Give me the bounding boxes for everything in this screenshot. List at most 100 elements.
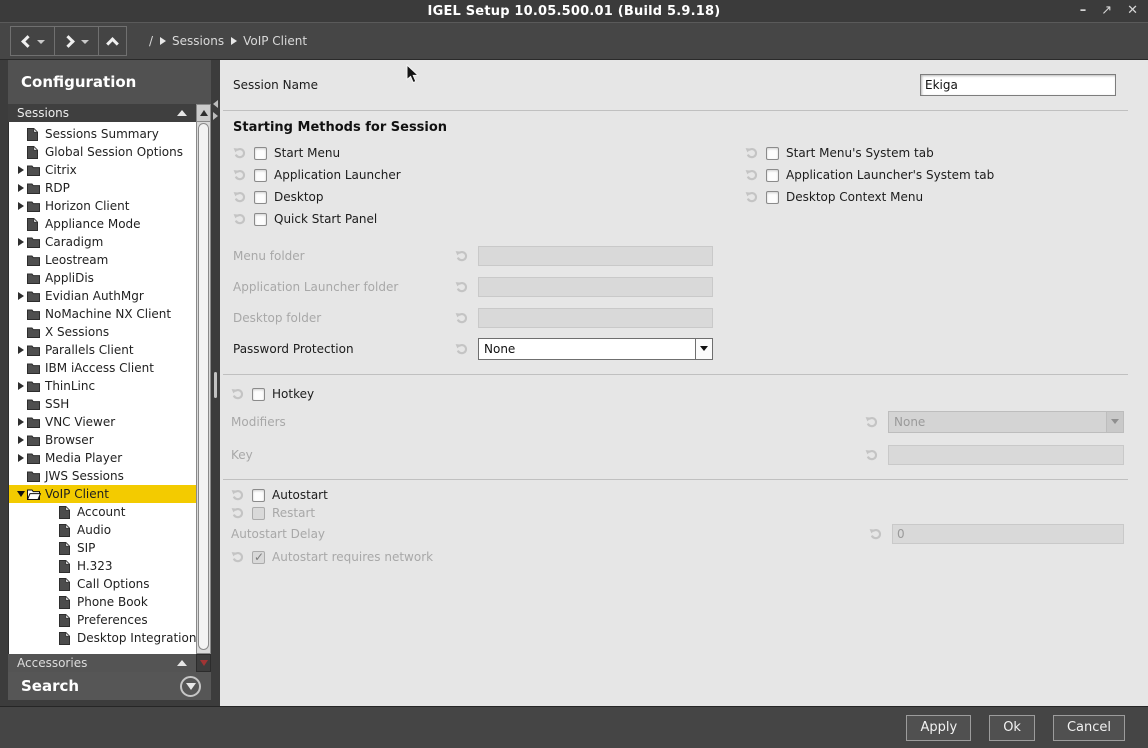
tree-item-h-323[interactable]: H.323 (9, 557, 196, 575)
reset-icon[interactable] (455, 311, 469, 324)
tree-item-applidis[interactable]: AppliDis (9, 269, 196, 287)
tree-item-browser[interactable]: Browser (9, 431, 196, 449)
expand-arrow-icon[interactable] (15, 292, 27, 300)
breadcrumb-voip-client[interactable]: VoIP Client (231, 34, 307, 48)
expand-arrow-icon[interactable] (15, 166, 27, 174)
tree-item-jws-sessions[interactable]: JWS Sessions (9, 467, 196, 485)
expand-arrow-icon[interactable] (15, 436, 27, 444)
autostart-delay-input[interactable] (892, 524, 1124, 544)
tree-item-nomachine-nx-client[interactable]: NoMachine NX Client (9, 305, 196, 323)
reset-icon[interactable] (865, 415, 879, 428)
forward-button[interactable] (54, 27, 98, 55)
reset-icon[interactable] (869, 528, 883, 541)
expand-arrow-icon[interactable] (15, 202, 27, 210)
cancel-button[interactable]: Cancel (1053, 715, 1125, 741)
search-bar[interactable]: Search (8, 672, 211, 700)
autostart-checkbox[interactable] (252, 489, 265, 502)
splitter-collapse-right-icon[interactable] (213, 112, 218, 120)
up-button[interactable] (98, 27, 126, 55)
close-icon[interactable]: ✕ (1127, 0, 1138, 22)
tree-item-preferences[interactable]: Preferences (9, 611, 196, 629)
expand-arrow-icon[interactable] (15, 418, 27, 426)
hotkey-checkbox[interactable] (252, 388, 265, 401)
autostart-requires-network-checkbox[interactable] (252, 551, 265, 564)
reset-icon[interactable] (745, 169, 759, 182)
start-menu-checkbox[interactable] (254, 147, 267, 160)
accessories-section-header[interactable]: Accessories (8, 654, 196, 672)
splitter-handle[interactable] (214, 372, 217, 398)
tree-item-account[interactable]: Account (9, 503, 196, 521)
desktop-checkbox[interactable] (254, 191, 267, 204)
tree-item-rdp[interactable]: RDP (9, 179, 196, 197)
splitter-collapse-left-icon[interactable] (213, 100, 218, 108)
scrollbar-down-button[interactable] (196, 654, 211, 672)
reset-icon[interactable] (455, 342, 469, 355)
reset-icon[interactable] (233, 213, 247, 226)
expand-arrow-icon[interactable] (15, 184, 27, 192)
scrollbar-thumb[interactable] (198, 123, 209, 650)
tree-item-phone-book[interactable]: Phone Book (9, 593, 196, 611)
expand-arrow-icon[interactable] (15, 238, 27, 246)
scrollbar-up-button[interactable] (196, 104, 211, 122)
restart-checkbox[interactable] (252, 507, 265, 520)
reset-icon[interactable] (231, 551, 245, 564)
expand-arrow-icon[interactable] (15, 491, 27, 497)
tree-item-parallels-client[interactable]: Parallels Client (9, 341, 196, 359)
reset-icon[interactable] (745, 147, 759, 160)
tree-item-citrix[interactable]: Citrix (9, 161, 196, 179)
quick-start-panel-checkbox[interactable] (254, 213, 267, 226)
tree-item-evidian-authmgr[interactable]: Evidian AuthMgr (9, 287, 196, 305)
tree-item-x-sessions[interactable]: X Sessions (9, 323, 196, 341)
tree-item-call-options[interactable]: Call Options (9, 575, 196, 593)
apply-button[interactable]: Apply (906, 715, 971, 741)
application-launcher-folder-input[interactable] (478, 277, 713, 297)
search-expand-icon[interactable] (180, 676, 201, 697)
tree-item-ssh[interactable]: SSH (9, 395, 196, 413)
tree-item-horizon-client[interactable]: Horizon Client (9, 197, 196, 215)
desktop-context-menu-checkbox[interactable] (766, 191, 779, 204)
reset-icon[interactable] (455, 280, 469, 293)
breadcrumb-sessions[interactable]: Sessions (160, 34, 224, 48)
reset-icon[interactable] (455, 249, 469, 262)
key-input[interactable] (888, 445, 1124, 465)
tree-item-ibm-iaccess-client[interactable]: IBM iAccess Client (9, 359, 196, 377)
password-protection-select[interactable]: None (478, 338, 713, 360)
restore-icon[interactable]: ↗ (1101, 0, 1112, 22)
tree-item-audio[interactable]: Audio (9, 521, 196, 539)
expand-arrow-icon[interactable] (15, 454, 27, 462)
modifiers-select[interactable]: None (888, 411, 1124, 433)
reset-icon[interactable] (231, 489, 245, 502)
reset-icon[interactable] (231, 388, 245, 401)
start-menu-system-tab-checkbox[interactable] (766, 147, 779, 160)
minimize-icon[interactable]: – (1080, 0, 1087, 22)
tree-item-caradigm[interactable]: Caradigm (9, 233, 196, 251)
back-button[interactable] (11, 27, 54, 55)
sidebar-splitter[interactable] (211, 60, 220, 706)
reset-icon[interactable] (233, 191, 247, 204)
tree-item-appliance-mode[interactable]: Appliance Mode (9, 215, 196, 233)
reset-icon[interactable] (233, 169, 247, 182)
tree-item-leostream[interactable]: Leostream (9, 251, 196, 269)
reset-icon[interactable] (865, 448, 879, 461)
tree-item-desktop-integration[interactable]: Desktop Integration (9, 629, 196, 647)
sessions-section-header[interactable]: Sessions (8, 104, 196, 122)
application-launcher-system-tab-checkbox[interactable] (766, 169, 779, 182)
menu-folder-input[interactable] (478, 246, 713, 266)
tree-item-vnc-viewer[interactable]: VNC Viewer (9, 413, 196, 431)
ok-button[interactable]: Ok (989, 715, 1035, 741)
tree-item-thinlinc[interactable]: ThinLinc (9, 377, 196, 395)
reset-icon[interactable] (231, 507, 245, 520)
scrollbar-track[interactable] (196, 122, 211, 654)
dropdown-button[interactable] (695, 339, 712, 359)
tree-item-sip[interactable]: SIP (9, 539, 196, 557)
desktop-folder-input[interactable] (478, 308, 713, 328)
tree-item-media-player[interactable]: Media Player (9, 449, 196, 467)
tree-item-sessions-summary[interactable]: Sessions Summary (9, 125, 196, 143)
forward-history-caret-icon[interactable] (81, 40, 89, 44)
expand-arrow-icon[interactable] (15, 382, 27, 390)
application-launcher-checkbox[interactable] (254, 169, 267, 182)
tree-item-voip-client[interactable]: VoIP Client (9, 485, 196, 503)
expand-arrow-icon[interactable] (15, 346, 27, 354)
session-name-input[interactable] (920, 74, 1116, 96)
reset-icon[interactable] (233, 147, 247, 160)
